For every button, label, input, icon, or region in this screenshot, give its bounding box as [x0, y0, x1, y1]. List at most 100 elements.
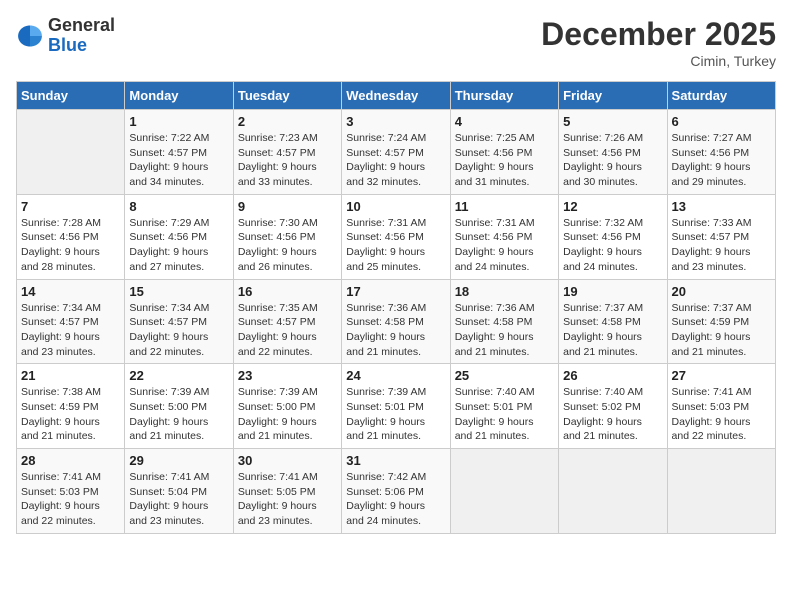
day-info: Sunrise: 7:35 AM Sunset: 4:57 PM Dayligh… [238, 301, 337, 360]
day-number: 18 [455, 284, 554, 299]
day-number: 5 [563, 114, 662, 129]
calendar-cell: 2 Sunrise: 7:23 AM Sunset: 4:57 PM Daylig… [233, 110, 341, 195]
day-number: 2 [238, 114, 337, 129]
day-info: Sunrise: 7:39 AM Sunset: 5:00 PM Dayligh… [129, 385, 228, 444]
calendar-cell: 22 Sunrise: 7:39 AM Sunset: 5:00 PM Dayli… [125, 364, 233, 449]
page-header: General Blue December 2025 Cimin, Turkey [16, 16, 776, 69]
calendar-week-row: 21 Sunrise: 7:38 AM Sunset: 4:59 PM Dayli… [17, 364, 776, 449]
day-info: Sunrise: 7:36 AM Sunset: 4:58 PM Dayligh… [455, 301, 554, 360]
day-info: Sunrise: 7:41 AM Sunset: 5:05 PM Dayligh… [238, 470, 337, 529]
day-number: 30 [238, 453, 337, 468]
day-number: 11 [455, 199, 554, 214]
day-info: Sunrise: 7:38 AM Sunset: 4:59 PM Dayligh… [21, 385, 120, 444]
calendar-cell: 19 Sunrise: 7:37 AM Sunset: 4:58 PM Dayli… [559, 279, 667, 364]
calendar-cell: 27 Sunrise: 7:41 AM Sunset: 5:03 PM Dayli… [667, 364, 775, 449]
day-number: 1 [129, 114, 228, 129]
calendar-cell: 30 Sunrise: 7:41 AM Sunset: 5:05 PM Dayli… [233, 449, 341, 534]
day-info: Sunrise: 7:23 AM Sunset: 4:57 PM Dayligh… [238, 131, 337, 190]
day-info: Sunrise: 7:29 AM Sunset: 4:56 PM Dayligh… [129, 216, 228, 275]
calendar-cell: 23Sunrise: 7:39 AM Sunset: 5:00 PM Dayli… [233, 364, 341, 449]
logo: General Blue [16, 16, 115, 56]
day-number: 10 [346, 199, 445, 214]
calendar-cell: 21 Sunrise: 7:38 AM Sunset: 4:59 PM Dayli… [17, 364, 125, 449]
day-info: Sunrise: 7:40 AM Sunset: 5:01 PM Dayligh… [455, 385, 554, 444]
day-number: 21 [21, 368, 120, 383]
day-number: 12 [563, 199, 662, 214]
day-number: 9 [238, 199, 337, 214]
day-info: Sunrise: 7:39 AM Sunset: 5:00 PM Dayligh… [238, 385, 337, 444]
day-number: 6 [672, 114, 771, 129]
calendar-cell: 16Sunrise: 7:35 AM Sunset: 4:57 PM Dayli… [233, 279, 341, 364]
day-number: 20 [672, 284, 771, 299]
day-info: Sunrise: 7:25 AM Sunset: 4:56 PM Dayligh… [455, 131, 554, 190]
day-number: 31 [346, 453, 445, 468]
day-number: 25 [455, 368, 554, 383]
weekday-header: Sunday [17, 82, 125, 110]
day-number: 27 [672, 368, 771, 383]
day-info: Sunrise: 7:39 AM Sunset: 5:01 PM Dayligh… [346, 385, 445, 444]
logo-icon [16, 22, 44, 50]
calendar-cell: 13 Sunrise: 7:33 AM Sunset: 4:57 PM Dayli… [667, 194, 775, 279]
weekday-header: Monday [125, 82, 233, 110]
logo-blue-text: Blue [48, 35, 87, 55]
weekday-header: Tuesday [233, 82, 341, 110]
title-block: December 2025 Cimin, Turkey [541, 16, 776, 69]
month-title: December 2025 [541, 16, 776, 53]
day-info: Sunrise: 7:41 AM Sunset: 5:04 PM Dayligh… [129, 470, 228, 529]
day-info: Sunrise: 7:27 AM Sunset: 4:56 PM Dayligh… [672, 131, 771, 190]
location: Cimin, Turkey [541, 53, 776, 69]
calendar-cell: 17 Sunrise: 7:36 AM Sunset: 4:58 PM Dayli… [342, 279, 450, 364]
day-number: 29 [129, 453, 228, 468]
calendar-cell: 3 Sunrise: 7:24 AM Sunset: 4:57 PM Daylig… [342, 110, 450, 195]
day-info: Sunrise: 7:34 AM Sunset: 4:57 PM Dayligh… [129, 301, 228, 360]
calendar-cell: 9Sunrise: 7:30 AM Sunset: 4:56 PM Daylig… [233, 194, 341, 279]
day-info: Sunrise: 7:37 AM Sunset: 4:59 PM Dayligh… [672, 301, 771, 360]
day-number: 28 [21, 453, 120, 468]
calendar-cell: 25 Sunrise: 7:40 AM Sunset: 5:01 PM Dayli… [450, 364, 558, 449]
weekday-header: Friday [559, 82, 667, 110]
calendar-table: SundayMondayTuesdayWednesdayThursdayFrid… [16, 81, 776, 534]
day-number: 13 [672, 199, 771, 214]
calendar-cell: 5 Sunrise: 7:26 AM Sunset: 4:56 PM Daylig… [559, 110, 667, 195]
calendar-week-row: 1 Sunrise: 7:22 AM Sunset: 4:57 PM Daylig… [17, 110, 776, 195]
calendar-week-row: 7 Sunrise: 7:28 AM Sunset: 4:56 PM Daylig… [17, 194, 776, 279]
calendar-cell: 6 Sunrise: 7:27 AM Sunset: 4:56 PM Daylig… [667, 110, 775, 195]
calendar-cell: 26Sunrise: 7:40 AM Sunset: 5:02 PM Dayli… [559, 364, 667, 449]
day-info: Sunrise: 7:37 AM Sunset: 4:58 PM Dayligh… [563, 301, 662, 360]
calendar-cell: 28 Sunrise: 7:41 AM Sunset: 5:03 PM Dayli… [17, 449, 125, 534]
calendar-cell: 20 Sunrise: 7:37 AM Sunset: 4:59 PM Dayli… [667, 279, 775, 364]
day-info: Sunrise: 7:36 AM Sunset: 4:58 PM Dayligh… [346, 301, 445, 360]
day-info: Sunrise: 7:41 AM Sunset: 5:03 PM Dayligh… [21, 470, 120, 529]
day-info: Sunrise: 7:40 AM Sunset: 5:02 PM Dayligh… [563, 385, 662, 444]
day-info: Sunrise: 7:34 AM Sunset: 4:57 PM Dayligh… [21, 301, 120, 360]
day-info: Sunrise: 7:24 AM Sunset: 4:57 PM Dayligh… [346, 131, 445, 190]
day-number: 3 [346, 114, 445, 129]
calendar-cell: 24 Sunrise: 7:39 AM Sunset: 5:01 PM Dayli… [342, 364, 450, 449]
calendar-cell: 29 Sunrise: 7:41 AM Sunset: 5:04 PM Dayli… [125, 449, 233, 534]
calendar-cell: 10 Sunrise: 7:31 AM Sunset: 4:56 PM Dayli… [342, 194, 450, 279]
day-info: Sunrise: 7:31 AM Sunset: 4:56 PM Dayligh… [346, 216, 445, 275]
day-number: 19 [563, 284, 662, 299]
day-info: Sunrise: 7:26 AM Sunset: 4:56 PM Dayligh… [563, 131, 662, 190]
calendar-week-row: 14Sunrise: 7:34 AM Sunset: 4:57 PM Dayli… [17, 279, 776, 364]
logo-general-text: General [48, 15, 115, 35]
day-number: 17 [346, 284, 445, 299]
weekday-header: Saturday [667, 82, 775, 110]
day-number: 22 [129, 368, 228, 383]
day-info: Sunrise: 7:33 AM Sunset: 4:57 PM Dayligh… [672, 216, 771, 275]
calendar-cell: 4 Sunrise: 7:25 AM Sunset: 4:56 PM Daylig… [450, 110, 558, 195]
day-info: Sunrise: 7:22 AM Sunset: 4:57 PM Dayligh… [129, 131, 228, 190]
calendar-cell [559, 449, 667, 534]
calendar-cell: 1 Sunrise: 7:22 AM Sunset: 4:57 PM Daylig… [125, 110, 233, 195]
day-info: Sunrise: 7:28 AM Sunset: 4:56 PM Dayligh… [21, 216, 120, 275]
calendar-cell: 11Sunrise: 7:31 AM Sunset: 4:56 PM Dayli… [450, 194, 558, 279]
day-number: 8 [129, 199, 228, 214]
calendar-week-row: 28 Sunrise: 7:41 AM Sunset: 5:03 PM Dayli… [17, 449, 776, 534]
calendar-cell: 8 Sunrise: 7:29 AM Sunset: 4:56 PM Daylig… [125, 194, 233, 279]
day-info: Sunrise: 7:41 AM Sunset: 5:03 PM Dayligh… [672, 385, 771, 444]
day-number: 4 [455, 114, 554, 129]
day-number: 24 [346, 368, 445, 383]
calendar-cell [17, 110, 125, 195]
day-number: 7 [21, 199, 120, 214]
header-row: SundayMondayTuesdayWednesdayThursdayFrid… [17, 82, 776, 110]
